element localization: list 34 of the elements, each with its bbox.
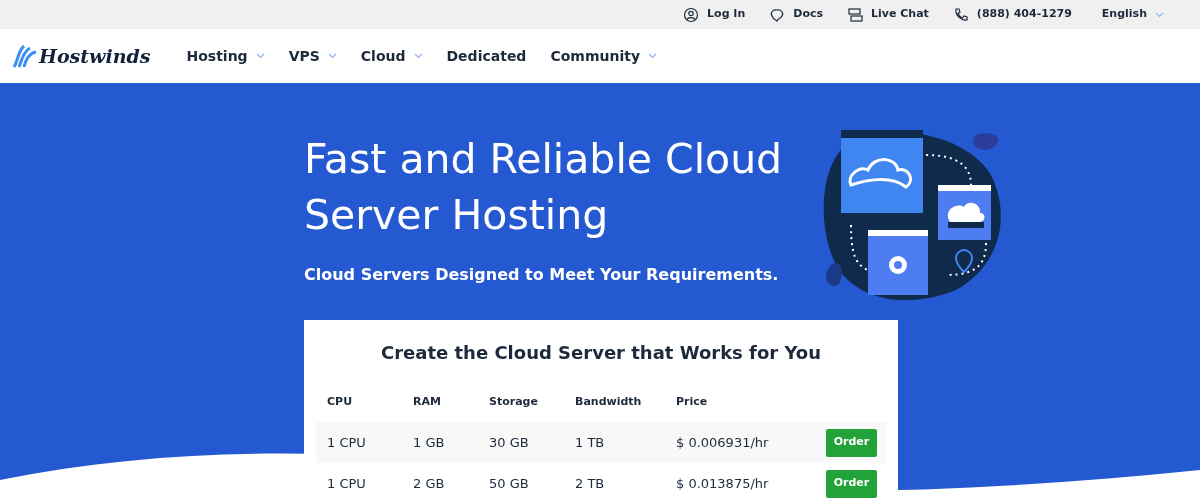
nav-link[interactable]: VPS	[288, 45, 337, 67]
nav-link[interactable]: Community	[550, 45, 658, 67]
table-cell-text: $ 0.013875/hr	[676, 474, 770, 493]
table-cell-text: 2 TB	[575, 474, 606, 493]
table-cell-text: 1 CPU	[327, 474, 367, 493]
column-header: Storage	[489, 393, 539, 410]
user-icon	[683, 6, 700, 23]
column-header: RAM	[413, 393, 442, 410]
table-cell-text: 2 GB	[413, 474, 446, 493]
nav-link[interactable]: Cloud	[360, 45, 423, 67]
caret-icon	[1155, 11, 1164, 18]
table-cell-text: 1 TB	[575, 433, 606, 452]
top-bar-link[interactable]: Log In	[707, 6, 746, 23]
top-bar-link[interactable]: (888) 404-1279	[976, 6, 1072, 23]
table-cell-text: 30 GB	[489, 433, 530, 452]
hero-subtitle: Cloud Servers Designed to Meet Your Requirements.	[304, 264, 779, 286]
table-cell-text: 1 GB	[413, 433, 446, 452]
top-bar-link[interactable]: Live Chat	[871, 6, 929, 23]
column-header: Price	[676, 393, 709, 410]
hero-title: Fast and Reliable Cloud Server Hosting	[304, 134, 784, 241]
table-cell-text: 1 CPU	[327, 433, 367, 452]
top-bar-link[interactable]: Docs	[793, 6, 824, 23]
wave-logo-icon	[12, 43, 38, 69]
table-cell-text: 50 GB	[489, 474, 530, 493]
nav-link[interactable]: Dedicated	[446, 45, 527, 67]
phone-icon	[952, 6, 969, 23]
language-selector[interactable]: English	[1101, 6, 1164, 23]
table-cell-text: $ 0.006931/hr	[676, 433, 770, 452]
pricing-title: Create the Cloud Server that Works for You	[380, 341, 822, 365]
logo-wordmark[interactable]: Hostwinds	[39, 41, 151, 71]
nav-link[interactable]: Hosting	[186, 45, 265, 67]
column-header: CPU	[327, 393, 354, 410]
chat-bubbles-icon	[847, 6, 864, 23]
column-header: Bandwidth	[575, 393, 643, 410]
